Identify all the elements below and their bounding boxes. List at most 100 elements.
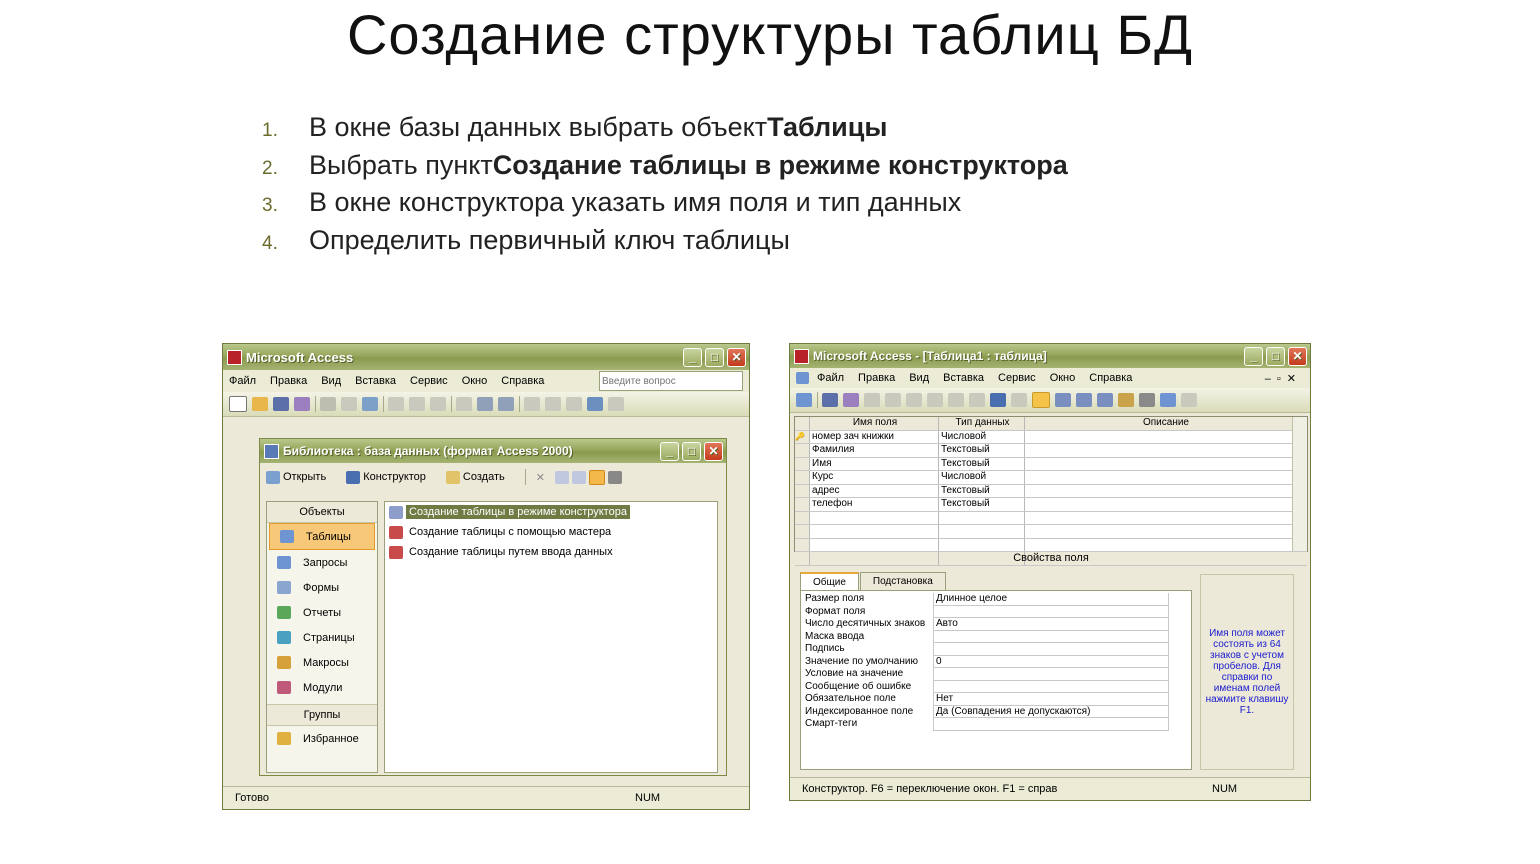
db-maximize-button[interactable]: □ <box>682 441 701 461</box>
delete-button[interactable]: ✕ <box>536 471 545 484</box>
minimize-button[interactable]: _ <box>1244 346 1263 366</box>
field-type-cell[interactable] <box>939 538 1025 551</box>
field-type-cell[interactable]: Текстовый <box>939 498 1025 511</box>
property-value[interactable] <box>933 718 1169 731</box>
database-window-icon[interactable] <box>1160 393 1176 407</box>
paste-icon[interactable] <box>969 393 985 407</box>
menu-tools[interactable]: Сервис <box>410 375 448 387</box>
table-row[interactable]: адрес Текстовый <box>795 484 1307 498</box>
tab-general[interactable]: Общие <box>800 572 859 590</box>
group-favorites[interactable]: Избранное <box>267 726 377 751</box>
field-name-cell[interactable]: Имя <box>810 457 939 470</box>
field-name-cell[interactable]: адрес <box>810 484 939 497</box>
menu-view[interactable]: Вид <box>909 372 929 384</box>
row-selector[interactable] <box>795 484 810 497</box>
office-links-icon[interactable] <box>477 397 493 411</box>
details-view-icon[interactable] <box>607 470 622 484</box>
cut-icon[interactable] <box>927 393 943 407</box>
search-icon[interactable] <box>294 397 310 411</box>
preview-icon[interactable] <box>885 393 901 407</box>
row-selector[interactable] <box>795 457 810 470</box>
menu-window[interactable]: Окно <box>462 375 488 387</box>
object-reports[interactable]: Отчеты <box>267 600 377 625</box>
property-value[interactable] <box>933 630 1169 643</box>
field-name-cell[interactable] <box>810 538 939 551</box>
code-icon[interactable] <box>524 397 540 411</box>
menu-insert[interactable]: Вставка <box>943 372 984 384</box>
search-icon[interactable] <box>843 393 859 407</box>
ask-question-input[interactable] <box>599 371 743 391</box>
field-description-cell[interactable] <box>1025 539 1307 552</box>
field-name-cell[interactable] <box>810 511 939 524</box>
row-selector[interactable] <box>795 525 810 538</box>
child-window-controls[interactable]: –▫✕ <box>1265 372 1302 385</box>
primary-key-icon[interactable] <box>1032 392 1050 408</box>
menu-edit[interactable]: Правка <box>270 375 307 387</box>
undo-icon[interactable] <box>456 397 472 411</box>
field-type-cell[interactable] <box>939 525 1025 538</box>
property-value[interactable]: Да (Совпадения не допускаются) <box>933 705 1169 718</box>
field-type-cell[interactable]: Текстовый <box>939 457 1025 470</box>
preview-icon[interactable] <box>341 397 357 411</box>
field-type-cell[interactable]: Текстовый <box>939 484 1025 497</box>
property-value[interactable]: Длинное целое <box>933 593 1169 606</box>
copy-icon[interactable] <box>409 397 425 411</box>
maximize-button[interactable]: □ <box>1266 346 1285 366</box>
maximize-button[interactable]: □ <box>705 347 724 367</box>
field-description-cell[interactable] <box>1025 444 1307 457</box>
list-view-icon[interactable] <box>588 469 605 485</box>
field-description-cell[interactable] <box>1025 471 1307 484</box>
object-forms[interactable]: Формы <box>267 575 377 600</box>
field-description-cell[interactable] <box>1025 512 1307 525</box>
table-row[interactable]: Имя Текстовый <box>795 457 1307 471</box>
spelling-icon[interactable] <box>906 393 922 407</box>
build-icon[interactable] <box>1139 393 1155 407</box>
insert-rows-icon[interactable] <box>1076 393 1092 407</box>
menu-help[interactable]: Справка <box>501 375 544 387</box>
table-row[interactable]: Курс Числовой <box>795 471 1307 485</box>
new-icon[interactable] <box>229 396 247 412</box>
small-icons-icon[interactable] <box>571 470 586 484</box>
field-type-cell[interactable]: Числовой <box>939 471 1025 484</box>
indexes-icon[interactable] <box>1055 393 1071 407</box>
properties-icon[interactable] <box>566 397 582 411</box>
field-type-cell[interactable]: Числовой <box>939 430 1025 443</box>
menu-insert[interactable]: Вставка <box>355 375 396 387</box>
properties-icon[interactable] <box>1118 393 1134 407</box>
delete-rows-icon[interactable] <box>1097 393 1113 407</box>
list-item-wizard[interactable]: Создание таблицы с помощью мастера <box>385 522 717 542</box>
view-icon[interactable] <box>796 393 812 407</box>
table-row[interactable] <box>795 511 1307 525</box>
property-value[interactable]: 0 <box>933 655 1169 668</box>
property-value[interactable] <box>933 680 1169 693</box>
menu-file[interactable]: Файл <box>817 372 844 384</box>
titlebar[interactable]: Microsoft Access _ □ ✕ <box>223 344 749 370</box>
close-button[interactable]: ✕ <box>727 347 746 367</box>
menu-edit[interactable]: Правка <box>858 372 895 384</box>
row-selector[interactable] <box>795 471 810 484</box>
create-button[interactable]: Создать <box>445 470 515 484</box>
menu-file[interactable]: Файл <box>229 375 256 387</box>
menu-window[interactable]: Окно <box>1050 372 1076 384</box>
undo-icon[interactable] <box>990 393 1006 407</box>
row-selector[interactable] <box>795 498 810 511</box>
property-value[interactable] <box>933 643 1169 656</box>
db-minimize-button[interactable]: _ <box>660 441 679 461</box>
field-type-cell[interactable] <box>939 511 1025 524</box>
field-name-cell[interactable]: Курс <box>810 471 939 484</box>
print-icon[interactable] <box>864 393 880 407</box>
table-row[interactable] <box>795 525 1307 539</box>
relationships-icon[interactable] <box>587 397 603 411</box>
open-icon[interactable] <box>252 397 268 411</box>
menu-tools[interactable]: Сервис <box>998 372 1036 384</box>
db-close-button[interactable]: ✕ <box>704 441 723 461</box>
list-item-design[interactable]: Создание таблицы в режиме конструктора <box>385 502 717 522</box>
row-selector[interactable] <box>795 511 810 524</box>
object-modules[interactable]: Модули <box>267 675 377 700</box>
redo-icon[interactable] <box>1011 393 1027 407</box>
db-titlebar[interactable]: Библиотека : база данных (формат Access … <box>260 439 726 463</box>
field-name-cell[interactable]: Фамилия <box>810 444 939 457</box>
object-pages[interactable]: Страницы <box>267 625 377 650</box>
field-name-cell[interactable]: номер зач книжки <box>810 430 939 443</box>
table-row[interactable]: телефон Текстовый <box>795 498 1307 512</box>
